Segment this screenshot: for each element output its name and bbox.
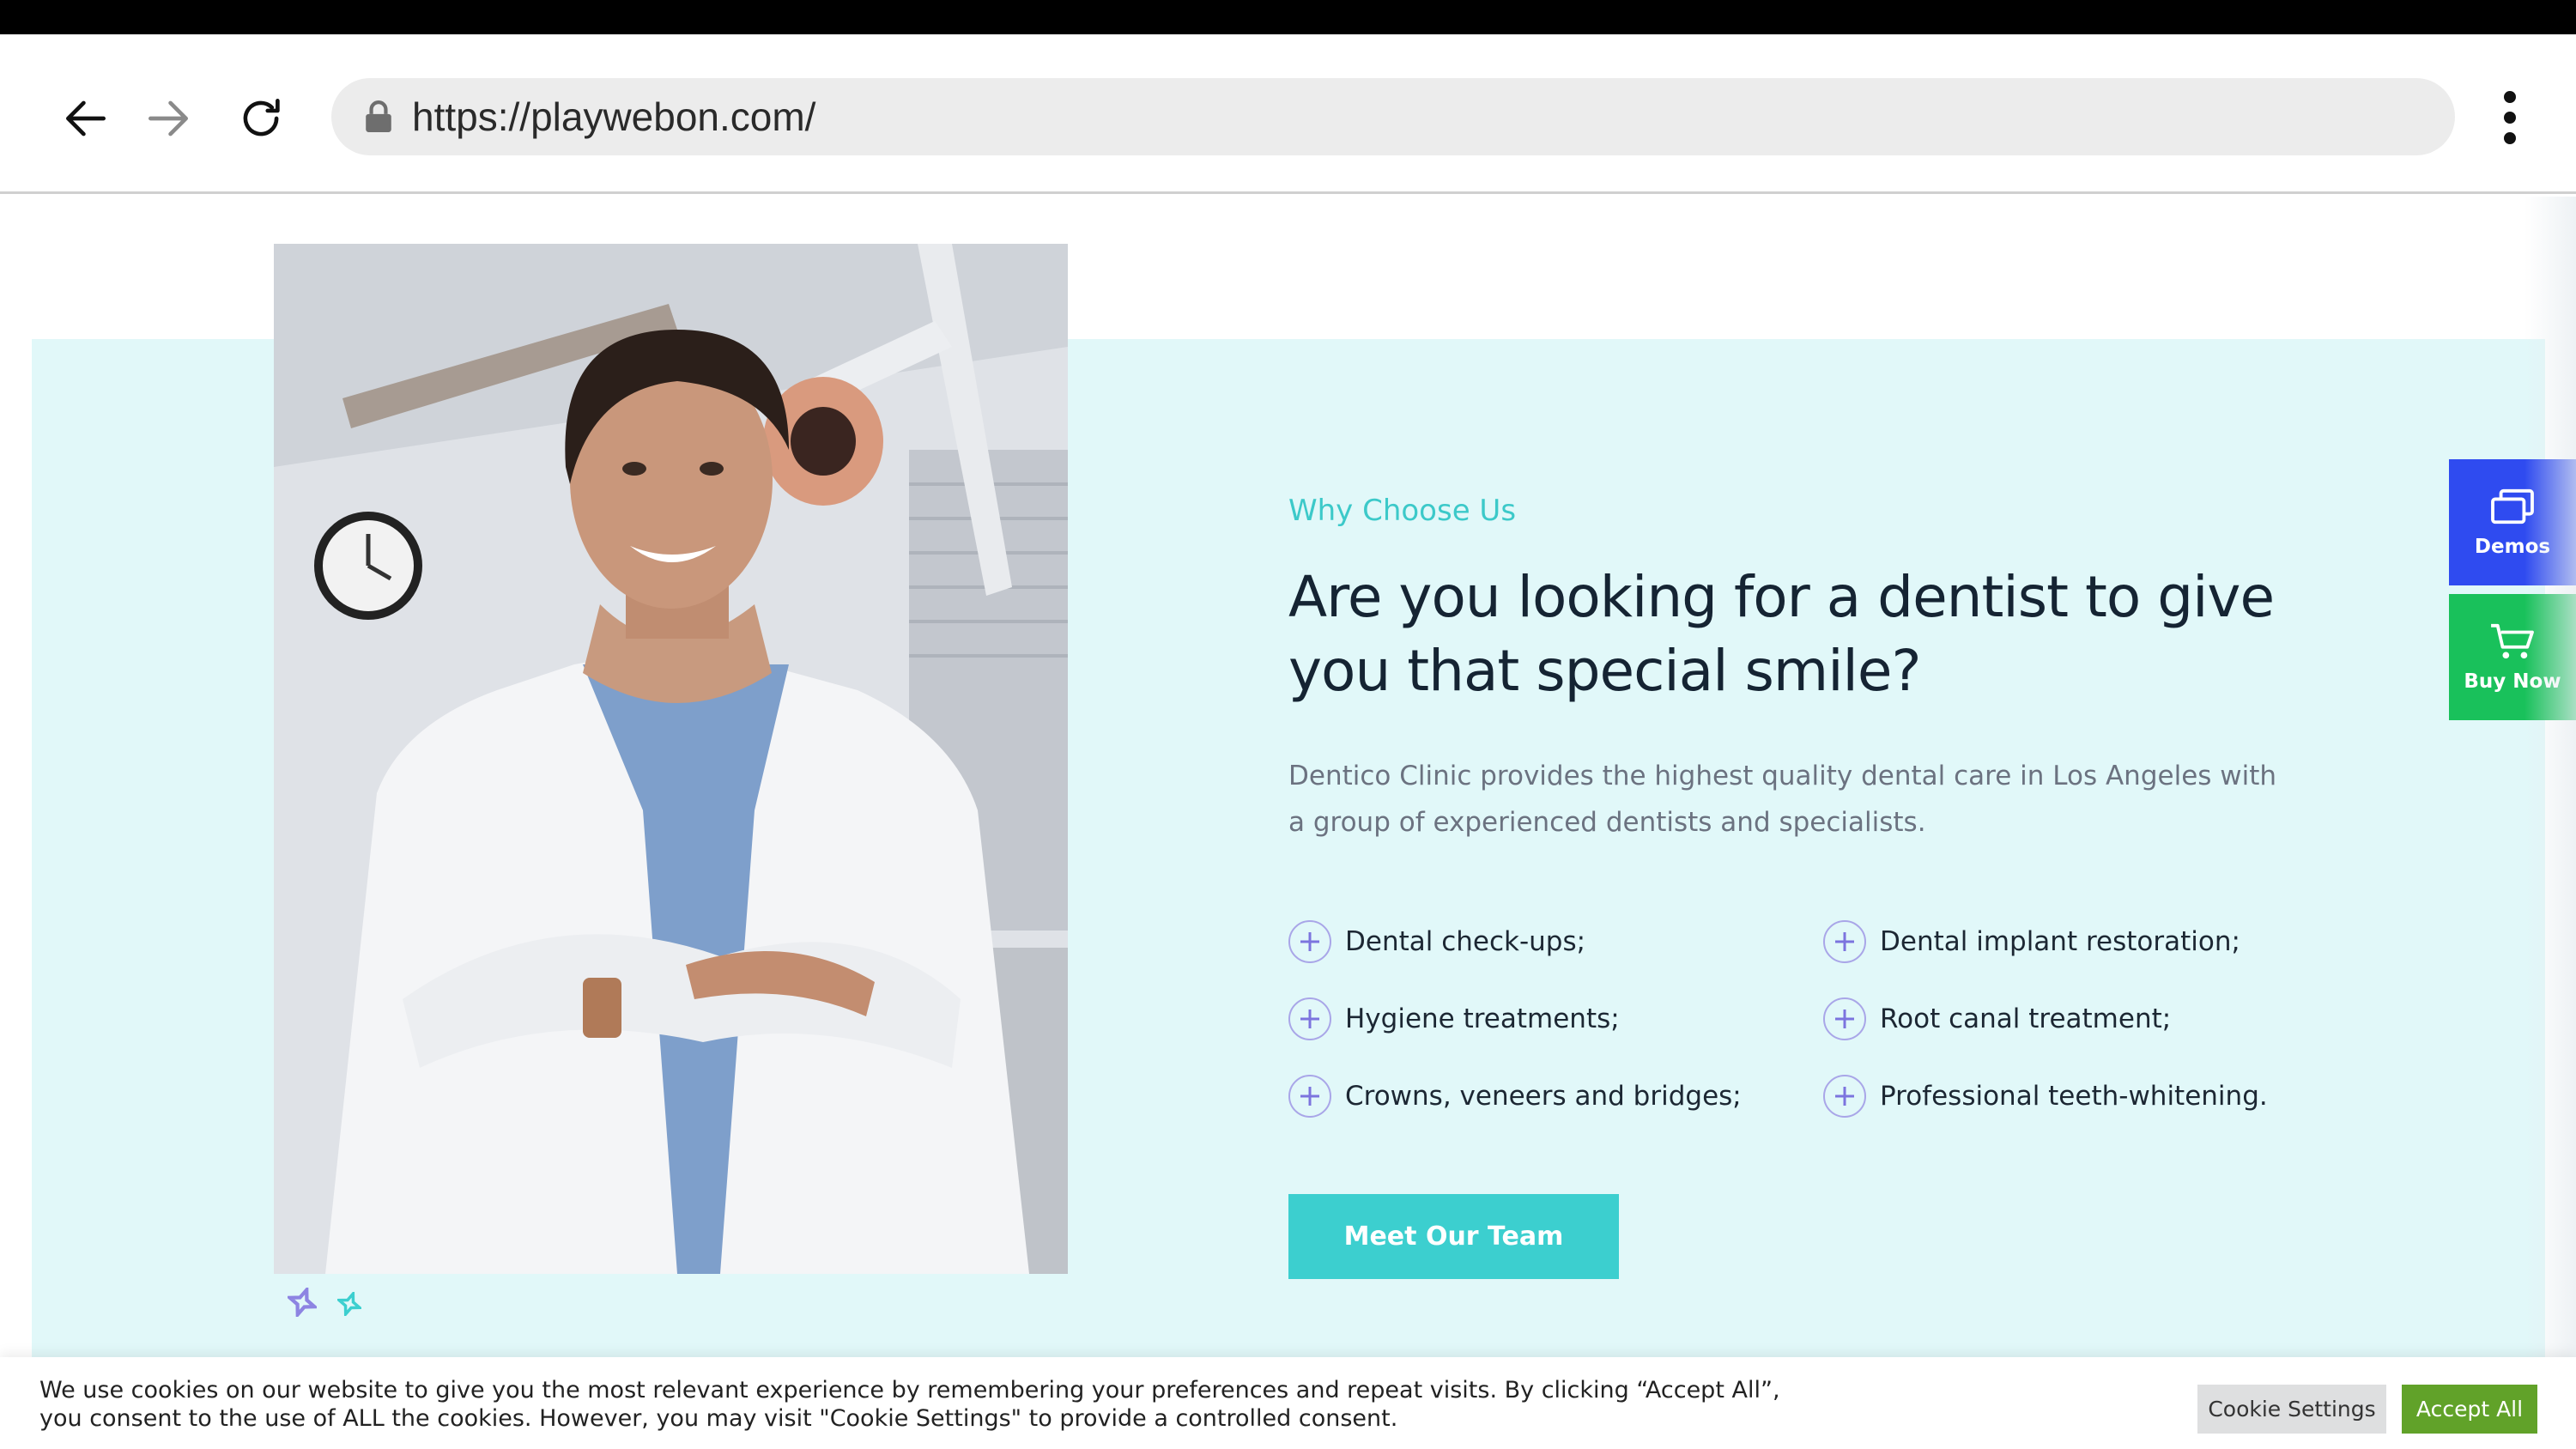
more-vert-icon [2504,91,2516,103]
plus-circle-icon [1823,997,1866,1040]
page-content: Why Choose Us Are you looking for a dent… [0,197,2576,1449]
forward-arrow-icon [148,100,188,136]
plus-circle-icon [1288,997,1331,1040]
cookie-message: We use cookies on our website to give yo… [39,1377,1780,1432]
feature-item: Hygiene treatments; [1288,996,1620,1042]
plus-circle-icon [1823,1075,1866,1118]
back-button[interactable] [52,84,120,153]
feature-item: Crowns, veneers and bridges; [1288,1073,1742,1119]
plus-circle-icon [1823,920,1866,963]
sparkle-decoration-icon [337,1292,361,1316]
cookie-banner: We use cookies on our website to give yo… [0,1357,2576,1449]
url-text: https://playwebon.com/ [412,94,816,139]
dentist-photo [274,244,1068,1274]
feature-item: Professional teeth-whitening. [1823,1073,2268,1119]
section-headline: Are you looking for a dentist to give yo… [1288,564,2275,704]
lock-icon [366,100,391,132]
feature-item: Root canal treatment; [1823,996,2171,1042]
section-eyebrow: Why Choose Us [1288,494,1517,528]
cookie-settings-button[interactable]: Cookie Settings [2197,1385,2386,1434]
back-arrow-icon [66,100,106,136]
feature-label: Dental implant restoration; [1880,926,2240,957]
plus-circle-icon [1288,920,1331,963]
feature-label: Professional teeth-whitening. [1880,1081,2268,1112]
feature-item: Dental check-ups; [1288,919,1585,965]
feature-item: Dental implant restoration; [1823,919,2240,965]
reload-icon [243,99,280,136]
status-strip [0,0,2576,34]
plus-circle-icon [1288,1075,1331,1118]
feature-label: Hygiene treatments; [1345,1003,1620,1034]
feature-label: Dental check-ups; [1345,926,1586,957]
page-edge-shadow [2524,197,2576,1449]
browser-toolbar: https://playwebon.com/ [0,34,2576,194]
more-options-button[interactable] [2486,79,2534,156]
forward-button[interactable] [134,84,203,153]
feature-label: Crowns, veneers and bridges; [1345,1081,1742,1112]
address-bar[interactable]: https://playwebon.com/ [331,78,2455,155]
feature-label: Root canal treatment; [1880,1003,2172,1034]
sparkle-decoration-icon [288,1288,317,1317]
meet-our-team-button[interactable]: Meet Our Team [1288,1194,1619,1279]
section-description: Dentico Clinic provides the highest qual… [1288,761,2277,838]
accept-all-button[interactable]: Accept All [2402,1385,2537,1434]
reload-button[interactable] [227,84,295,153]
